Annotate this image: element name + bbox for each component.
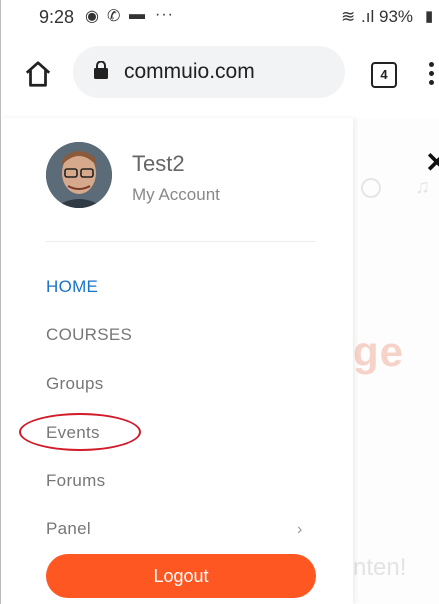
- annotation-circle: [19, 413, 141, 451]
- background-footer-text: nten!: [353, 554, 407, 581]
- nav-item-courses[interactable]: COURSES: [46, 325, 132, 345]
- address-bar[interactable]: commuio.com: [73, 46, 345, 98]
- nav-item-panel[interactable]: Panel: [46, 519, 91, 539]
- nav-item-forums[interactable]: Forums: [46, 471, 105, 491]
- nav-item-home[interactable]: HOME: [46, 277, 98, 297]
- my-account-link[interactable]: My Account: [132, 185, 220, 205]
- status-more: ···: [155, 6, 174, 23]
- bell-icon: ♫: [415, 176, 430, 198]
- logout-button[interactable]: Logout: [46, 554, 316, 598]
- signal-icon: .ıl: [361, 7, 375, 26]
- browser-toolbar: commuio.com 4: [1, 34, 439, 118]
- avatar[interactable]: [46, 142, 112, 208]
- message-icon: ▬: [129, 6, 145, 23]
- status-bar: 9:28 ◉ ✆ ▬ ··· ≋ .ıl 93% ▮: [1, 0, 439, 32]
- wifi-icon: ≋: [341, 7, 356, 26]
- divider: [46, 241, 316, 242]
- home-icon[interactable]: [23, 59, 53, 89]
- search-icon: [361, 178, 381, 198]
- nav-item-groups[interactable]: Groups: [46, 374, 104, 394]
- url-text: commuio.com: [124, 60, 255, 83]
- chevron-right-icon[interactable]: ›: [297, 521, 302, 539]
- more-vert-icon[interactable]: [429, 62, 435, 86]
- battery-level: 93%: [379, 7, 414, 26]
- lock-icon: [94, 61, 108, 79]
- target-icon: ◉: [85, 8, 99, 25]
- background-headline: ge: [353, 328, 405, 375]
- side-drawer: Test2 My Account HOME COURSES Groups Eve…: [1, 118, 353, 604]
- status-time: 9:28: [39, 7, 75, 27]
- close-icon[interactable]: ✕: [425, 146, 439, 179]
- tab-count-button[interactable]: 4: [371, 62, 397, 88]
- user-name: Test2: [132, 151, 185, 176]
- whatsapp-icon: ✆: [107, 8, 121, 25]
- background-page: ♫ ge nten!: [353, 118, 439, 604]
- battery-icon: ▮: [425, 8, 434, 25]
